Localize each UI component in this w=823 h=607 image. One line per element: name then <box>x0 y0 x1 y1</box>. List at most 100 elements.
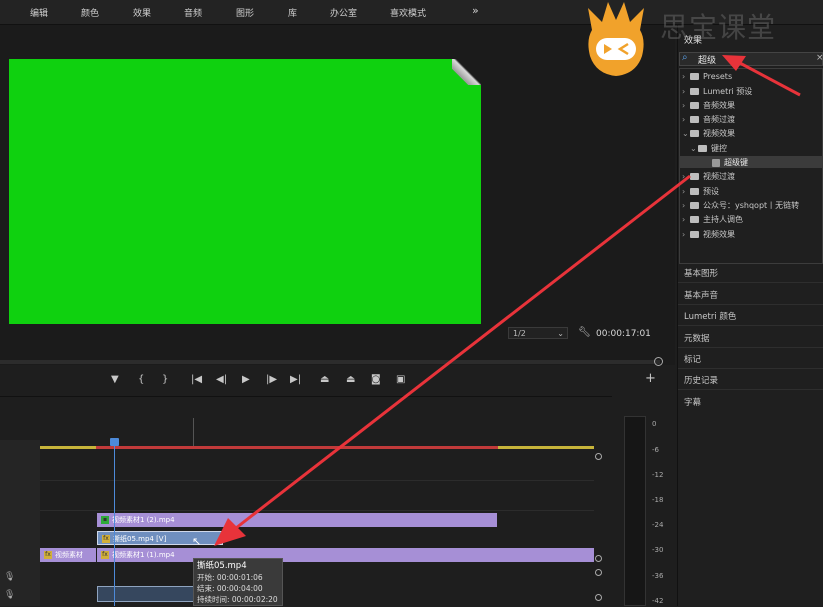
fx-badge-icon: ▪ <box>101 516 109 524</box>
chevron-right-icon: › <box>682 201 686 210</box>
render-bar <box>96 446 498 449</box>
track-divider <box>40 480 594 481</box>
folder-icon <box>690 73 699 80</box>
tree-item-audio-transitions[interactable]: › 音频过渡 <box>682 114 735 125</box>
db-label: -24 <box>652 521 664 529</box>
panel-metadata[interactable]: 元数据 <box>684 332 710 344</box>
panel-history[interactable]: 历史记录 <box>684 374 718 386</box>
panel-essential-sound[interactable]: 基本声音 <box>684 289 718 301</box>
tree-item-video-effects[interactable]: ⌄ 视频效果 <box>682 128 735 139</box>
clip-v3[interactable]: ▪ 视频素材1 (2).mp4 <box>97 513 497 527</box>
mic-icon[interactable]: 🎙︎ <box>4 572 15 582</box>
folder-icon <box>690 102 699 109</box>
divider <box>678 389 823 390</box>
fx-badge-icon: fx <box>102 535 110 543</box>
marker-icon[interactable]: ▼ <box>111 374 119 385</box>
menu-library[interactable]: 库 <box>288 6 297 19</box>
menu-effects[interactable]: 效果 <box>133 6 151 19</box>
folder-icon <box>690 88 699 95</box>
chevron-right-icon: › <box>682 87 686 96</box>
wrench-icon[interactable]: 🔧︎ <box>578 327 591 338</box>
folder-icon <box>690 216 699 223</box>
close-icon[interactable]: × <box>816 53 823 63</box>
tree-item-presets-cn[interactable]: › 预设 <box>682 186 719 197</box>
mark-in-icon[interactable]: { <box>138 374 144 385</box>
divider <box>678 325 823 326</box>
mark-out-icon[interactable]: } <box>162 374 168 385</box>
scroll-handle[interactable] <box>595 569 602 576</box>
menu-overflow-icon[interactable]: » <box>472 4 479 17</box>
go-to-out-icon[interactable]: ▶| <box>290 374 301 385</box>
tree-item-host-grading[interactable]: › 主持人调色 <box>682 214 743 225</box>
folder-icon <box>698 145 707 152</box>
menu-audio[interactable]: 音频 <box>184 6 202 19</box>
folder-icon <box>690 173 699 180</box>
add-icon[interactable]: + <box>645 371 656 386</box>
tree-item-audio-effects[interactable]: › 音频效果 <box>682 100 735 111</box>
go-to-in-icon[interactable]: |◀ <box>191 374 202 385</box>
chevron-down-icon: ⌄ <box>557 329 564 338</box>
panel-essential-graphics[interactable]: 基本图形 <box>684 267 718 279</box>
monitor-scrubber[interactable] <box>0 360 660 364</box>
watermark-text: 思宝课堂 <box>660 11 777 44</box>
fx-badge-icon: fx <box>101 551 109 559</box>
scrubber-end-handle[interactable] <box>654 357 663 366</box>
step-forward-icon[interactable]: |▶ <box>266 374 277 385</box>
tree-item-presets[interactable]: › Presets <box>682 72 732 81</box>
menu-color[interactable]: 颜色 <box>81 6 99 19</box>
clip-v1-b[interactable]: fx 视频素材1 (1).mp4 <box>97 548 594 562</box>
clip-v2[interactable]: fx 撕纸05.mp4 [V] <box>97 531 223 545</box>
chevron-right-icon: › <box>682 72 686 81</box>
divider <box>678 282 823 283</box>
scroll-handle[interactable] <box>595 453 602 460</box>
folder-icon <box>690 130 699 137</box>
panel-captions[interactable]: 字幕 <box>684 396 701 408</box>
play-icon[interactable]: ▶ <box>242 374 250 385</box>
db-label: -12 <box>652 471 664 479</box>
panel-markers[interactable]: 标记 <box>684 353 701 365</box>
menu-edit[interactable]: 编辑 <box>30 6 48 19</box>
menu-graphics[interactable]: 图形 <box>236 6 254 19</box>
extract-icon[interactable]: ⏏ <box>346 374 355 385</box>
scroll-handle[interactable] <box>595 594 602 601</box>
export-frame-icon[interactable]: ◙ <box>371 374 381 385</box>
tooltip-duration: 持续时间: 00:00:02:20 <box>197 595 278 604</box>
page-curl-effect <box>452 59 481 85</box>
chevron-right-icon: › <box>682 101 686 110</box>
clip-tooltip: 撕纸05.mp4 开始: 00:00:01:06 结束: 00:00:04:00… <box>193 558 283 606</box>
divider <box>678 347 823 348</box>
tree-item-video-transitions[interactable]: › 视频过渡 <box>682 171 735 182</box>
divider <box>678 368 823 369</box>
lift-icon[interactable]: ⏏ <box>320 374 329 385</box>
folder-icon <box>690 231 699 238</box>
comparison-icon[interactable]: ▣ <box>396 374 405 385</box>
tree-item-lumetri-presets[interactable]: › Lumetri 预设 <box>682 86 752 97</box>
scroll-handle[interactable] <box>595 555 602 562</box>
chevron-down-icon: ⌄ <box>682 129 689 138</box>
menu-favorite-mode[interactable]: 喜欢模式 <box>390 6 426 19</box>
playhead-handle[interactable] <box>110 438 119 446</box>
menu-office[interactable]: 办公室 <box>330 6 357 19</box>
effect-icon <box>712 158 720 167</box>
tree-item-keying[interactable]: ⌄ 键控 <box>690 143 727 154</box>
folder-icon <box>690 188 699 195</box>
mic-icon[interactable]: 🎙︎ <box>4 590 15 600</box>
chevron-right-icon: › <box>682 172 686 181</box>
selected-row-highlight <box>679 156 823 168</box>
resolution-value: 1/2 <box>513 329 526 338</box>
transport-controls: ▼ { } |◀ ◀| ▶ |▶ ▶| ⏏ ⏏ ◙ ▣ + <box>0 368 675 394</box>
playhead-line[interactable] <box>114 440 115 606</box>
resolution-select[interactable]: 1/2 ⌄ <box>508 327 568 339</box>
folder-icon <box>690 202 699 209</box>
tree-item-video-effects-2[interactable]: › 视频效果 <box>682 229 735 240</box>
tree-item-public-account[interactable]: › 公众号：yshqopt丨无链转 <box>682 200 799 211</box>
search-input-value[interactable]: 超级 <box>698 53 716 66</box>
step-back-icon[interactable]: ◀| <box>216 374 227 385</box>
panel-lumetri-color[interactable]: Lumetri 颜色 <box>684 310 736 322</box>
playhead-timecode[interactable]: 00:00:17:01 <box>596 329 651 339</box>
tooltip-start: 开始: 00:00:01:06 <box>197 573 263 582</box>
db-label: -18 <box>652 496 664 504</box>
clip-v1-a[interactable]: fx 视频素材 <box>40 548 96 562</box>
chevron-right-icon: › <box>682 230 686 239</box>
tree-item-ultra-key[interactable]: 超级键 <box>712 157 748 168</box>
